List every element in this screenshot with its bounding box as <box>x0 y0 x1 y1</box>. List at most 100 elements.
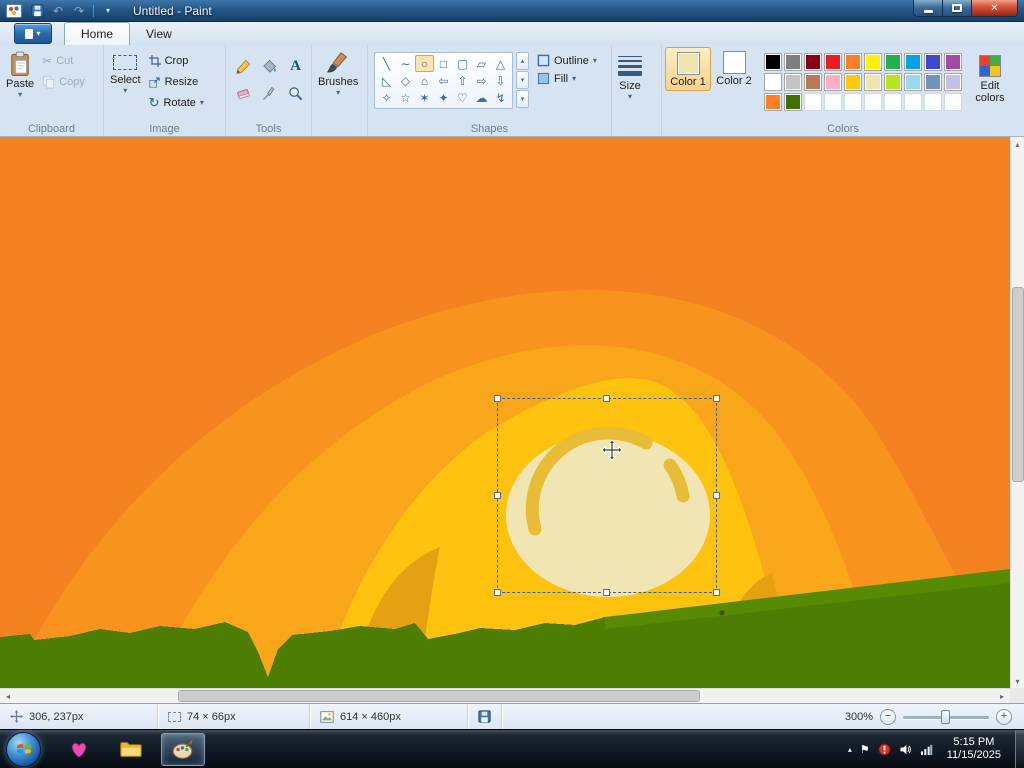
down-arrow-shape-button[interactable]: ⇩ <box>491 72 510 89</box>
select-button[interactable]: Select ▾ <box>107 47 144 97</box>
selection-handle-se[interactable] <box>713 589 720 596</box>
six-point-star-shape-button[interactable]: ✶ <box>415 89 434 106</box>
palette-swatch[interactable] <box>764 93 782 111</box>
shapes-scroll-up-button[interactable]: ▴ <box>516 52 529 70</box>
color2-button[interactable]: Color 2 <box>711 47 757 89</box>
outline-button[interactable]: Outline ▾ <box>537 54 597 67</box>
palette-swatch[interactable] <box>784 53 802 71</box>
network-icon[interactable] <box>920 743 933 756</box>
undo-button[interactable]: ↶ <box>49 3 67 19</box>
palette-swatch[interactable] <box>944 93 962 111</box>
scroll-right-button[interactable]: ▸ <box>996 689 1008 703</box>
palette-swatch[interactable] <box>784 73 802 91</box>
tray-expand-icon[interactable]: ▴ <box>848 745 852 754</box>
palette-swatch[interactable] <box>944 53 962 71</box>
shapes-scroll-down-button[interactable]: ▾ <box>516 71 529 89</box>
maximize-button[interactable] <box>943 0 972 17</box>
palette-swatch[interactable] <box>764 53 782 71</box>
eraser-tool-button[interactable] <box>231 80 256 106</box>
five-point-star-shape-button[interactable]: ☆ <box>396 89 415 106</box>
vertical-scroll-thumb[interactable] <box>1012 287 1024 482</box>
line-shape-button[interactable]: ╲ <box>377 55 396 72</box>
paste-button[interactable]: Paste ▾ <box>3 47 37 101</box>
palette-swatch[interactable] <box>804 93 822 111</box>
palette-swatch[interactable] <box>904 53 922 71</box>
edit-colors-button[interactable]: Edit colors <box>967 47 1013 106</box>
magnifier-tool-button[interactable] <box>283 80 308 106</box>
volume-icon[interactable] <box>899 743 912 756</box>
triangle-shape-button[interactable]: △ <box>491 55 510 72</box>
palette-swatch[interactable] <box>784 93 802 111</box>
zoom-slider-thumb[interactable] <box>941 709 950 724</box>
palette-swatch[interactable] <box>924 53 942 71</box>
palette-swatch[interactable] <box>844 73 862 91</box>
selection-handle-s[interactable] <box>603 589 610 596</box>
up-arrow-shape-button[interactable]: ⇧ <box>453 72 472 89</box>
cloud-callout-shape-button[interactable]: ☁ <box>472 89 491 106</box>
selection-handle-sw[interactable] <box>494 589 501 596</box>
application-menu-button[interactable]: ▾ <box>14 23 52 44</box>
paint-window-icon[interactable] <box>6 3 22 18</box>
taskbar-clock[interactable]: 5:15 PM 11/15/2025 <box>947 736 1001 762</box>
lightning-shape-button[interactable]: ↯ <box>491 89 510 106</box>
zoom-slider[interactable] <box>903 708 989 726</box>
text-tool-button[interactable]: A <box>283 53 308 79</box>
crop-button[interactable]: Crop <box>144 50 209 71</box>
close-button[interactable]: ✕ <box>972 0 1018 17</box>
palette-swatch[interactable] <box>804 73 822 91</box>
minimize-button[interactable] <box>913 0 943 17</box>
scroll-left-button[interactable]: ◂ <box>2 689 14 703</box>
start-button[interactable] <box>6 731 41 767</box>
brushes-button[interactable]: Brushes ▾ <box>315 47 361 99</box>
palette-swatch[interactable] <box>884 93 902 111</box>
taskbar-explorer-button[interactable] <box>109 733 153 766</box>
shapes-more-button[interactable]: ▾ <box>516 90 529 108</box>
palette-swatch[interactable] <box>884 73 902 91</box>
horizontal-scrollbar[interactable]: ◂ ▸ <box>0 688 1010 703</box>
selection-handle-e[interactable] <box>713 491 720 499</box>
palette-swatch[interactable] <box>884 53 902 71</box>
tab-home[interactable]: Home <box>64 22 131 45</box>
color-picker-tool-button[interactable] <box>257 80 282 106</box>
rotate-button[interactable]: ↻ Rotate ▾ <box>144 92 209 113</box>
size-button[interactable]: Size ▾ <box>615 47 645 103</box>
horizontal-scroll-thumb[interactable] <box>178 690 700 702</box>
left-arrow-shape-button[interactable]: ⇦ <box>434 72 453 89</box>
palette-swatch[interactable] <box>824 73 842 91</box>
action-center-flag-icon[interactable]: ⚑ <box>860 743 870 756</box>
palette-swatch[interactable] <box>904 73 922 91</box>
right-arrow-shape-button[interactable]: ⇨ <box>472 72 491 89</box>
copy-button[interactable]: Copy <box>37 71 90 92</box>
palette-swatch[interactable] <box>824 93 842 111</box>
palette-swatch[interactable] <box>864 73 882 91</box>
palette-swatch[interactable] <box>844 53 862 71</box>
palette-swatch[interactable] <box>824 53 842 71</box>
selection-handle-nw[interactable] <box>494 395 501 402</box>
customize-qat-button[interactable]: ▾ <box>99 3 117 19</box>
curve-shape-button[interactable]: ∼ <box>396 55 415 72</box>
right-triangle-shape-button[interactable]: ◺ <box>377 72 396 89</box>
cut-button[interactable]: ✂ Cut <box>37 50 90 71</box>
heart-shape-button[interactable]: ♡ <box>453 89 472 106</box>
tab-view[interactable]: View <box>130 23 188 45</box>
zoom-out-button[interactable]: − <box>880 708 896 725</box>
save-button[interactable] <box>28 3 46 19</box>
resize-button[interactable]: Resize <box>144 71 209 92</box>
selection-handle-n[interactable] <box>603 395 610 402</box>
zoom-in-button[interactable]: + <box>996 708 1012 725</box>
selection-rectangle[interactable] <box>494 395 720 596</box>
four-point-star-shape-button[interactable]: ✧ <box>377 89 396 106</box>
show-desktop-button[interactable] <box>1015 730 1024 768</box>
vertical-scrollbar[interactable]: ▴ ▾ <box>1010 137 1024 688</box>
color1-button[interactable]: Color 1 <box>665 47 711 91</box>
rectangle-shape-button[interactable]: □ <box>434 55 453 72</box>
pentagon-shape-button[interactable]: ⌂ <box>415 72 434 89</box>
taskbar-pinned-app-button[interactable] <box>57 733 101 766</box>
rounded-rectangle-shape-button[interactable]: ▢ <box>453 55 472 72</box>
palette-swatch[interactable] <box>844 93 862 111</box>
shape-fill-button[interactable]: Fill ▾ <box>537 72 597 85</box>
four-point-star-filled-shape-button[interactable]: ✦ <box>434 89 453 106</box>
palette-swatch[interactable] <box>944 73 962 91</box>
oval-shape-button[interactable]: ○ <box>415 55 434 72</box>
taskbar-paint-button[interactable] <box>161 732 205 766</box>
